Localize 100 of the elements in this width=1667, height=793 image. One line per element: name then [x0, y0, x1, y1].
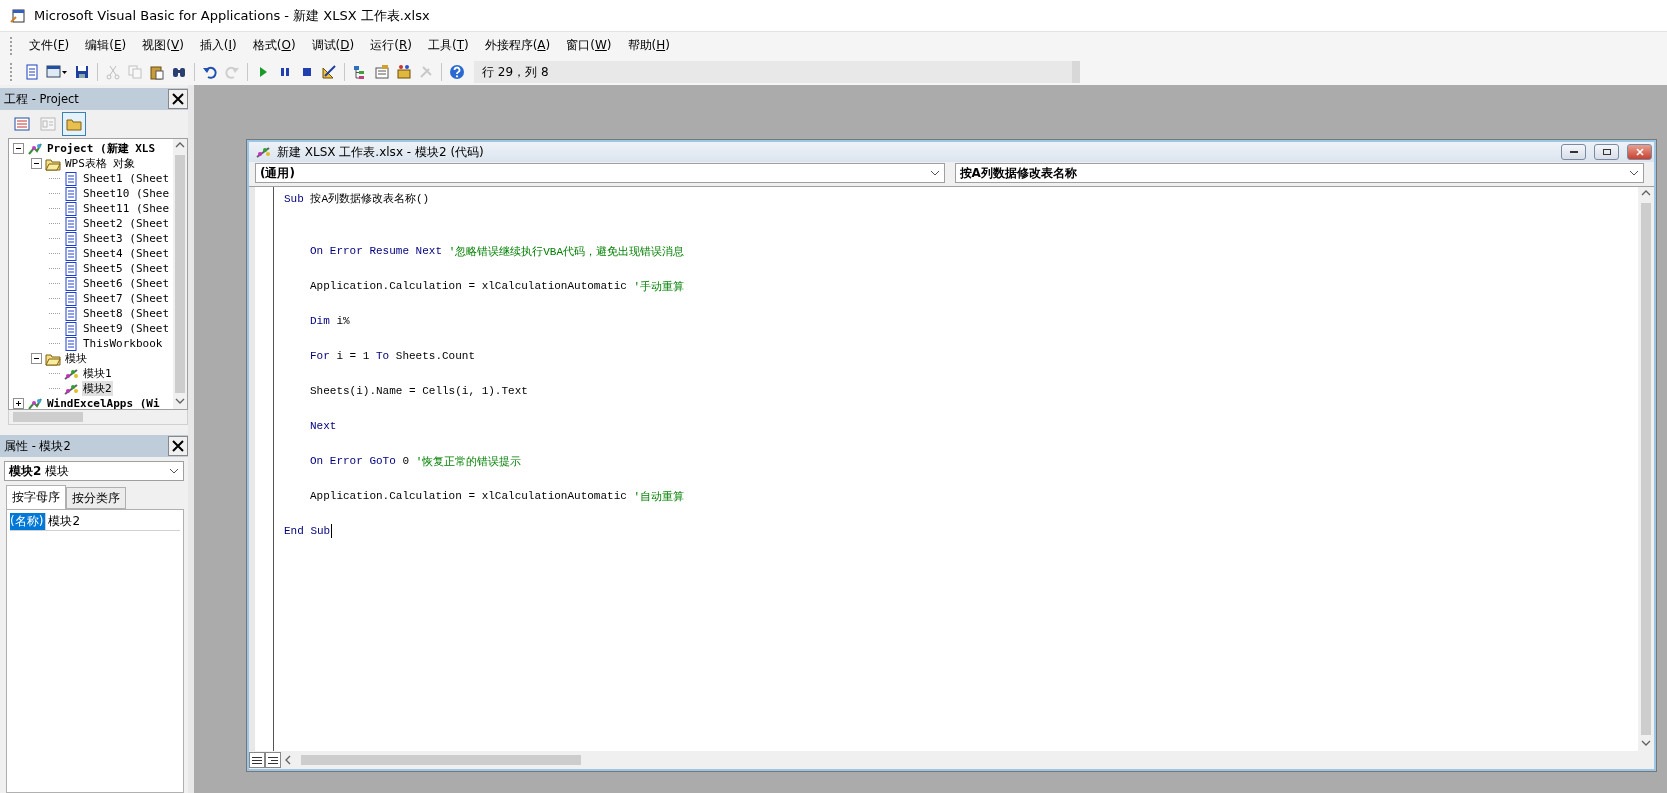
document-icon	[63, 261, 79, 276]
menu-item[interactable]: 插入(I)	[191, 34, 245, 57]
object-dropdown[interactable]: 模块2 模块	[4, 461, 184, 481]
project-icon	[27, 396, 43, 409]
scrollbar[interactable]	[8, 410, 188, 425]
tree-item[interactable]: Sheet11 (Shee	[82, 202, 171, 215]
procedure-view-button[interactable]	[249, 752, 265, 768]
code-line: Next	[309, 419, 338, 435]
close-icon	[171, 92, 185, 106]
text-cursor	[330, 524, 332, 539]
module-view-button[interactable]	[265, 752, 281, 768]
save-icon	[74, 64, 90, 80]
clipboard-icon	[149, 64, 165, 80]
procedure-dropdown[interactable]: 按A列数据修改表名称	[954, 163, 1644, 183]
document-icon	[63, 306, 79, 321]
restore-icon	[1601, 148, 1612, 156]
tree-item[interactable]: Sheet3 (Sheet	[82, 232, 171, 245]
document-icon	[63, 291, 79, 306]
property-name[interactable]: (名称)	[10, 513, 47, 530]
project-icon	[27, 141, 43, 156]
close-button[interactable]	[168, 436, 188, 456]
menu-item[interactable]: 外接程序(A)	[476, 34, 559, 57]
menu-item[interactable]: 编辑(E)	[77, 34, 135, 57]
tree-item[interactable]: 模块	[64, 351, 88, 366]
document-icon	[63, 336, 79, 351]
scrollbar[interactable]	[1638, 187, 1654, 751]
tree-item[interactable]: 模块1	[82, 366, 113, 381]
close-icon	[171, 439, 185, 453]
box-icon	[396, 64, 412, 80]
tree-item[interactable]: WindExcelApps (Wi	[46, 397, 161, 409]
cursor-position: 行 29，列 8	[474, 61, 1080, 83]
menu-item[interactable]: 帮助(H)	[619, 34, 678, 57]
module-icon	[255, 145, 271, 159]
chevron-down-icon	[929, 170, 940, 176]
code-line: On Error Resume Next '忽略错误继续执行VBA代码，避免出现错误消息	[309, 244, 686, 260]
folder-icon	[66, 116, 82, 132]
expander-icon[interactable]	[13, 143, 24, 154]
menu-item[interactable]: 运行(R)	[362, 34, 420, 57]
tree-item[interactable]: WPS表格 对象	[64, 156, 137, 171]
minimize-button[interactable]	[1561, 144, 1586, 160]
tree-item[interactable]: Sheet6 (Sheet	[82, 277, 171, 290]
code-line: Sub 按A列数据修改表名称()	[284, 191, 431, 208]
list-icon	[14, 116, 30, 132]
code-line: On Error GoTo 0 '恢复正常的错误提示	[309, 454, 523, 470]
tools-icon	[418, 64, 434, 80]
menu-item[interactable]: 文件(F)	[21, 34, 78, 57]
properties-icon	[374, 64, 390, 80]
code-line: Application.Calculation = xlCalculationAutomatic '手动重算	[309, 279, 686, 295]
panel-title: 工程 - Project	[4, 91, 79, 107]
tree-item[interactable]: Sheet1 (Sheet	[82, 172, 171, 185]
document-icon	[63, 246, 79, 261]
expander-icon[interactable]	[31, 158, 42, 169]
property-value[interactable]: 模块2	[46, 513, 80, 530]
menu-item[interactable]: 格式(O)	[244, 34, 304, 57]
tree-item[interactable]: 模块2	[82, 381, 113, 396]
tree-item[interactable]: Sheet4 (Sheet	[82, 247, 171, 260]
tree-item[interactable]: Sheet2 (Sheet	[82, 217, 171, 230]
tree-item[interactable]: Sheet5 (Sheet	[82, 262, 171, 275]
tree-item[interactable]: ThisWorkbook	[82, 337, 164, 350]
copy-icon	[127, 64, 143, 80]
document-icon	[63, 216, 79, 231]
tree-item[interactable]: Sheet8 (Sheet	[82, 307, 171, 320]
restore-button[interactable]	[1594, 144, 1619, 160]
expander-icon[interactable]	[13, 398, 24, 409]
tree-item[interactable]: Project (新建 XLS	[46, 141, 157, 156]
scissors-icon	[105, 64, 121, 80]
module-icon	[63, 381, 79, 396]
tree-item[interactable]: Sheet7 (Sheet	[82, 292, 171, 305]
expander-icon[interactable]	[31, 353, 42, 364]
scrollbar[interactable]	[173, 139, 187, 409]
tab[interactable]: 按分类序	[66, 487, 126, 509]
panel-toolbar-button[interactable]	[62, 112, 86, 136]
close-button[interactable]	[168, 89, 188, 109]
object-dropdown[interactable]: (通用)	[255, 163, 945, 183]
folder-icon	[45, 351, 61, 366]
form-icon	[40, 116, 56, 132]
tree-item[interactable]: Sheet9 (Sheet	[82, 322, 171, 335]
close-icon	[1634, 148, 1645, 156]
form-icon	[46, 64, 68, 80]
menu-item[interactable]: 窗口(W)	[558, 34, 620, 57]
document-icon	[63, 186, 79, 201]
document-icon	[63, 321, 79, 336]
window-title: Microsoft Visual Basic for Applications - 新建 XLSX 工作表.xlsx	[34, 6, 430, 25]
module-icon	[63, 366, 79, 381]
menu-item[interactable]: 视图(V)	[134, 34, 192, 57]
chevron-down-icon	[1629, 170, 1639, 176]
lines-icon	[268, 756, 278, 764]
code-line: End Sub	[284, 523, 333, 540]
ruler-icon	[321, 64, 337, 80]
folder-icon	[45, 156, 61, 171]
document-icon	[63, 276, 79, 291]
help-icon	[449, 64, 465, 80]
app-icon	[10, 7, 26, 24]
tree-item[interactable]: Sheet10 (Shee	[82, 187, 171, 200]
code-line: For i = 1 To Sheets.Count	[309, 349, 477, 365]
window-title: 新建 XLSX 工作表.xlsx - 模块2 (代码)	[277, 143, 485, 161]
tab[interactable]: 按字母序	[6, 485, 66, 509]
menu-item[interactable]: 调试(D)	[303, 34, 363, 57]
undo-icon	[202, 64, 218, 80]
menu-item[interactable]: 工具(T)	[419, 34, 477, 57]
